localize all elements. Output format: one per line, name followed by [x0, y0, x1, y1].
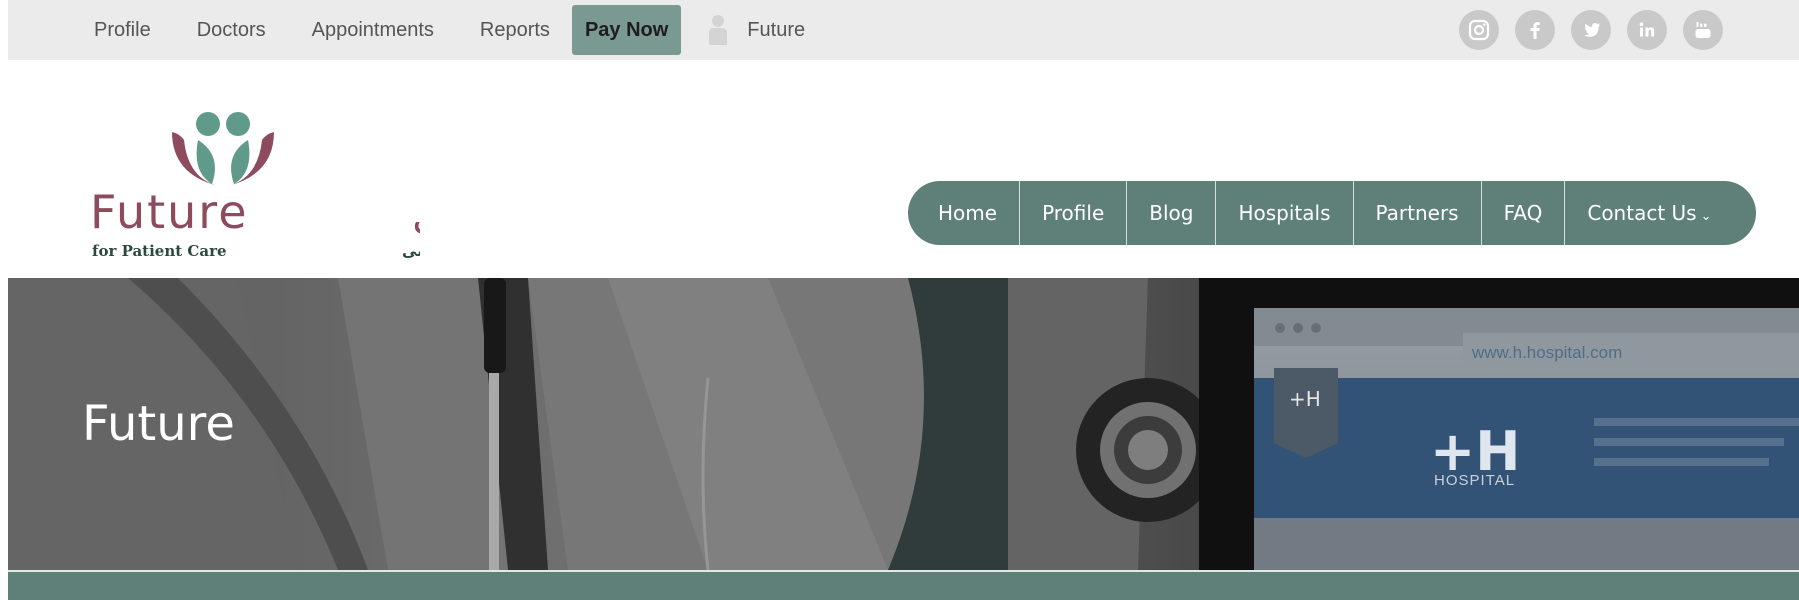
top-utility-bar: Profile Doctors Appointments Reports Pay… [8, 0, 1799, 60]
nav-item-hospitals[interactable]: Hospitals [1215, 181, 1352, 245]
instagram-icon[interactable] [1459, 10, 1499, 50]
nav-item-profile[interactable]: Profile [1019, 181, 1126, 245]
accent-strip [8, 570, 1799, 600]
logo-tagline-latin: for Patient Care [92, 242, 227, 260]
nav-item-contact-us-label: Contact Us [1587, 201, 1697, 225]
top-link-appointments[interactable]: Appointments [312, 19, 434, 42]
linkedin-icon[interactable] [1627, 10, 1667, 50]
user-name-label[interactable]: Future [747, 19, 805, 42]
screen-sub-text: HOSPITAL [1434, 472, 1516, 489]
hero-banner: +H www.h.hospital.com +H HOSPITAL Future [8, 278, 1799, 570]
screen-url-text: www.h.hospital.com [1472, 343, 1623, 362]
page-title: Future [82, 396, 235, 452]
nav-item-blog[interactable]: Blog [1126, 181, 1215, 245]
hero-background-image [8, 278, 1799, 570]
top-link-reports[interactable]: Reports [480, 19, 550, 42]
top-link-profile[interactable]: Profile [94, 19, 151, 42]
facebook-icon[interactable] [1515, 10, 1555, 50]
nav-item-contact-us[interactable]: Contact Us ⌄ [1564, 181, 1733, 245]
top-link-doctors[interactable]: Doctors [197, 19, 266, 42]
pay-now-button[interactable]: Pay Now [571, 5, 682, 55]
logo-brand-arabic: المستقبل [412, 192, 420, 238]
logo-hands-icon: Future المستقبل for Patient Care للعناية… [90, 112, 420, 260]
chevron-down-icon: ⌄ [1700, 209, 1712, 224]
nav-item-partners[interactable]: Partners [1352, 181, 1481, 245]
main-navigation: Home Profile Blog Hospitals Partners FAQ… [908, 181, 1756, 245]
social-links [1459, 10, 1723, 50]
logo-brand-latin: Future [90, 185, 249, 239]
nav-item-home[interactable]: Home [916, 181, 1019, 245]
youtube-icon[interactable] [1683, 10, 1723, 50]
twitter-icon[interactable] [1571, 10, 1611, 50]
nav-item-faq[interactable]: FAQ [1480, 181, 1565, 245]
top-links: Profile Doctors Appointments Reports Pay… [94, 5, 805, 55]
logo-tagline-arabic: للعناية بالمرضى [402, 242, 420, 260]
site-logo[interactable]: Future المستقبل for Patient Care للعناية… [90, 100, 420, 270]
user-icon[interactable] [703, 13, 733, 47]
screen-tile-mark: +H [1289, 387, 1321, 411]
